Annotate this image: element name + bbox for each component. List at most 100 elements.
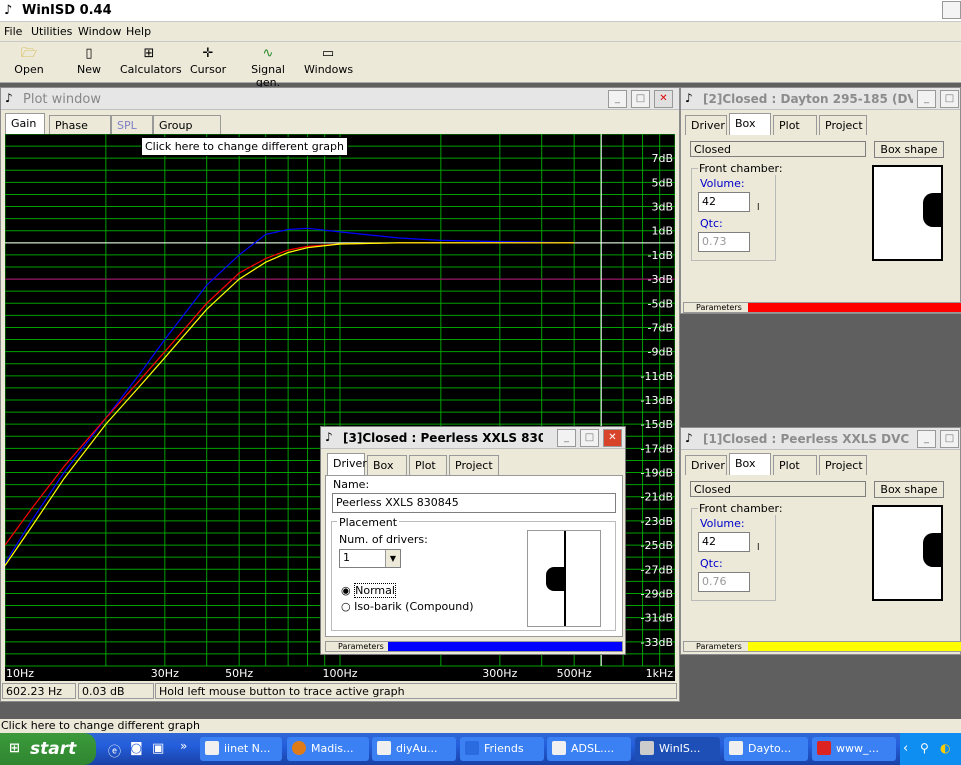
radio-iso-label: Iso-barik (Compound) — [354, 600, 474, 613]
tab-driver[interactable]: Driver — [685, 115, 727, 135]
tab-gain[interactable]: Gain — [5, 113, 45, 135]
tab-group-delay[interactable]: Group delay — [153, 115, 221, 145]
menu-file[interactable]: File — [4, 25, 22, 38]
plot-window-title: Plot window — [23, 92, 101, 107]
y-tick-label: -25dB — [641, 539, 674, 552]
radio-iso-barik[interactable]: ○ Iso-barik (Compound) — [341, 600, 474, 613]
tab-driver[interactable]: Driver — [685, 455, 727, 475]
tab-box[interactable]: Box — [729, 453, 771, 475]
app-quicklaunch-icon[interactable]: ▣ — [152, 741, 164, 756]
maximize-button[interactable]: □ — [631, 90, 650, 108]
minimize-button[interactable]: _ — [557, 429, 576, 447]
tab-box[interactable]: Box — [729, 113, 771, 135]
box-type-select[interactable]: Closed — [690, 481, 866, 497]
y-tick-label: -29dB — [641, 587, 674, 600]
box-window-2-title: [2]Closed : Dayton 295-185 (DVC) — [703, 92, 913, 106]
open-button[interactable]: 🗁 Open — [10, 45, 48, 81]
task-dayton[interactable]: Dayto... — [724, 737, 808, 761]
box-window-2-tabs: Driver Box Plot Project — [685, 113, 885, 135]
plot-hint: Hold left mouse button to trace active g… — [155, 683, 677, 699]
parameters-bar[interactable]: Parameters — [325, 641, 623, 652]
driver-name-field[interactable]: Peerless XXLS 830845 — [332, 493, 616, 513]
tray-app-icon[interactable]: ◐ — [940, 741, 950, 755]
parameters-bar[interactable]: Parameters — [683, 641, 961, 652]
radio-normal[interactable]: ◉ Normal — [341, 583, 396, 598]
box-window-1-titlebar: ♪ [1]Closed : Peerless XXLS DVC ... _ □ — [681, 428, 960, 450]
volume-unit: l — [757, 543, 760, 553]
new-button[interactable]: ▯ New — [72, 45, 106, 81]
num-drivers-select[interactable]: 1 ▼ — [339, 549, 401, 568]
speaker-icon — [546, 567, 564, 591]
front-chamber-label: Front chamber: — [698, 502, 784, 515]
tab-driver[interactable]: Driver — [327, 453, 367, 475]
cursor-button[interactable]: ✛ Cursor — [190, 45, 226, 81]
task-adsl[interactable]: ADSL.... — [547, 737, 631, 761]
box-type-select[interactable]: Closed — [690, 141, 866, 157]
maximize-button[interactable]: □ — [940, 90, 959, 108]
y-tick-label: -23dB — [641, 515, 674, 528]
minimize-button[interactable]: _ — [917, 90, 936, 108]
bottom-status-bar: Click here to change different graph — [0, 719, 961, 733]
menu-window[interactable]: Window — [78, 25, 121, 38]
y-tick-label: -9dB — [648, 346, 674, 359]
qtc-field: 0.73 — [698, 232, 750, 252]
network-icon[interactable]: ⚲ — [920, 741, 929, 755]
task-diyau[interactable]: diyAu... — [372, 737, 456, 761]
calculators-button[interactable]: ⊞ Calculators — [120, 45, 182, 81]
tab-project[interactable]: Project — [819, 115, 867, 135]
parameters-bar[interactable]: Parameters — [683, 302, 961, 313]
winisd-icon: ♪ — [325, 430, 333, 444]
ie-icon[interactable]: ⓔ — [108, 741, 121, 760]
tab-plot[interactable]: Plot — [409, 455, 447, 475]
window-icon: ▭ — [321, 46, 335, 61]
winisd-icon: ♪ — [685, 91, 693, 105]
minimize-button[interactable]: _ — [917, 430, 936, 448]
task-winisd[interactable]: WinIS... — [635, 737, 720, 761]
box-window-2: ♪ [2]Closed : Dayton 295-185 (DVC) _ □ D… — [680, 87, 961, 314]
signal-gen-button[interactable]: ∿ Signal gen. — [240, 45, 296, 89]
task-label: Friends — [484, 742, 524, 755]
box-shape-image — [872, 165, 943, 261]
maximize-button[interactable]: □ — [940, 430, 959, 448]
volume-field[interactable]: 42 — [698, 192, 750, 212]
start-button[interactable]: ⊞ start — [0, 733, 96, 765]
y-tick-label: 3dB — [651, 201, 673, 214]
task-friends[interactable]: Friends — [460, 737, 544, 761]
windows-button[interactable]: ▭ Windows — [304, 45, 353, 81]
tab-box[interactable]: Box — [367, 455, 407, 475]
close-button[interactable]: ✕ — [654, 90, 673, 108]
maximize-button[interactable] — [942, 1, 961, 19]
close-button[interactable]: ✕ — [603, 429, 622, 447]
media-icon[interactable]: ◙ — [130, 741, 143, 756]
qtc-label: Qtc: — [700, 557, 723, 570]
box-shape-button[interactable]: Box shape — [874, 141, 944, 158]
menu-help[interactable]: Help — [126, 25, 151, 38]
tab-plot[interactable]: Plot — [773, 455, 817, 475]
tab-spl[interactable]: SPL — [111, 115, 153, 135]
x-tick-label: 1kHz — [646, 667, 674, 680]
x-tick-label: 300Hz — [482, 667, 517, 680]
tab-project[interactable]: Project — [819, 455, 867, 475]
task-label: WinIS... — [659, 742, 701, 755]
chevron-down-icon[interactable]: ▼ — [385, 550, 400, 567]
tab-project[interactable]: Project — [449, 455, 499, 475]
task-www[interactable]: www_... — [812, 737, 896, 761]
window-icon — [205, 741, 219, 755]
volume-field[interactable]: 42 — [698, 532, 750, 552]
y-tick-label: -1dB — [648, 249, 674, 262]
task-madis[interactable]: Madis... — [287, 737, 369, 761]
graph-tooltip: Click here to change different graph — [141, 137, 348, 156]
tab-plot[interactable]: Plot — [773, 115, 817, 135]
plot-tabs: Gain Phase plot SPL Group delay — [5, 113, 265, 145]
minimize-button[interactable]: _ — [608, 90, 627, 108]
tab-phase-plot[interactable]: Phase plot — [49, 115, 111, 145]
box-shape-button[interactable]: Box shape — [874, 481, 944, 498]
pdf-icon — [817, 741, 831, 755]
task-iinet[interactable]: iinet N... — [200, 737, 282, 761]
chevron-right-icon[interactable]: » — [180, 739, 187, 753]
maximize-button[interactable]: □ — [580, 429, 599, 447]
box-window-1: ♪ [1]Closed : Peerless XXLS DVC ... _ □ … — [680, 427, 961, 655]
tray-expand-icon[interactable]: ‹ — [903, 741, 908, 756]
menu-utilities[interactable]: Utilities — [31, 25, 72, 38]
y-tick-label: -17dB — [641, 442, 674, 455]
